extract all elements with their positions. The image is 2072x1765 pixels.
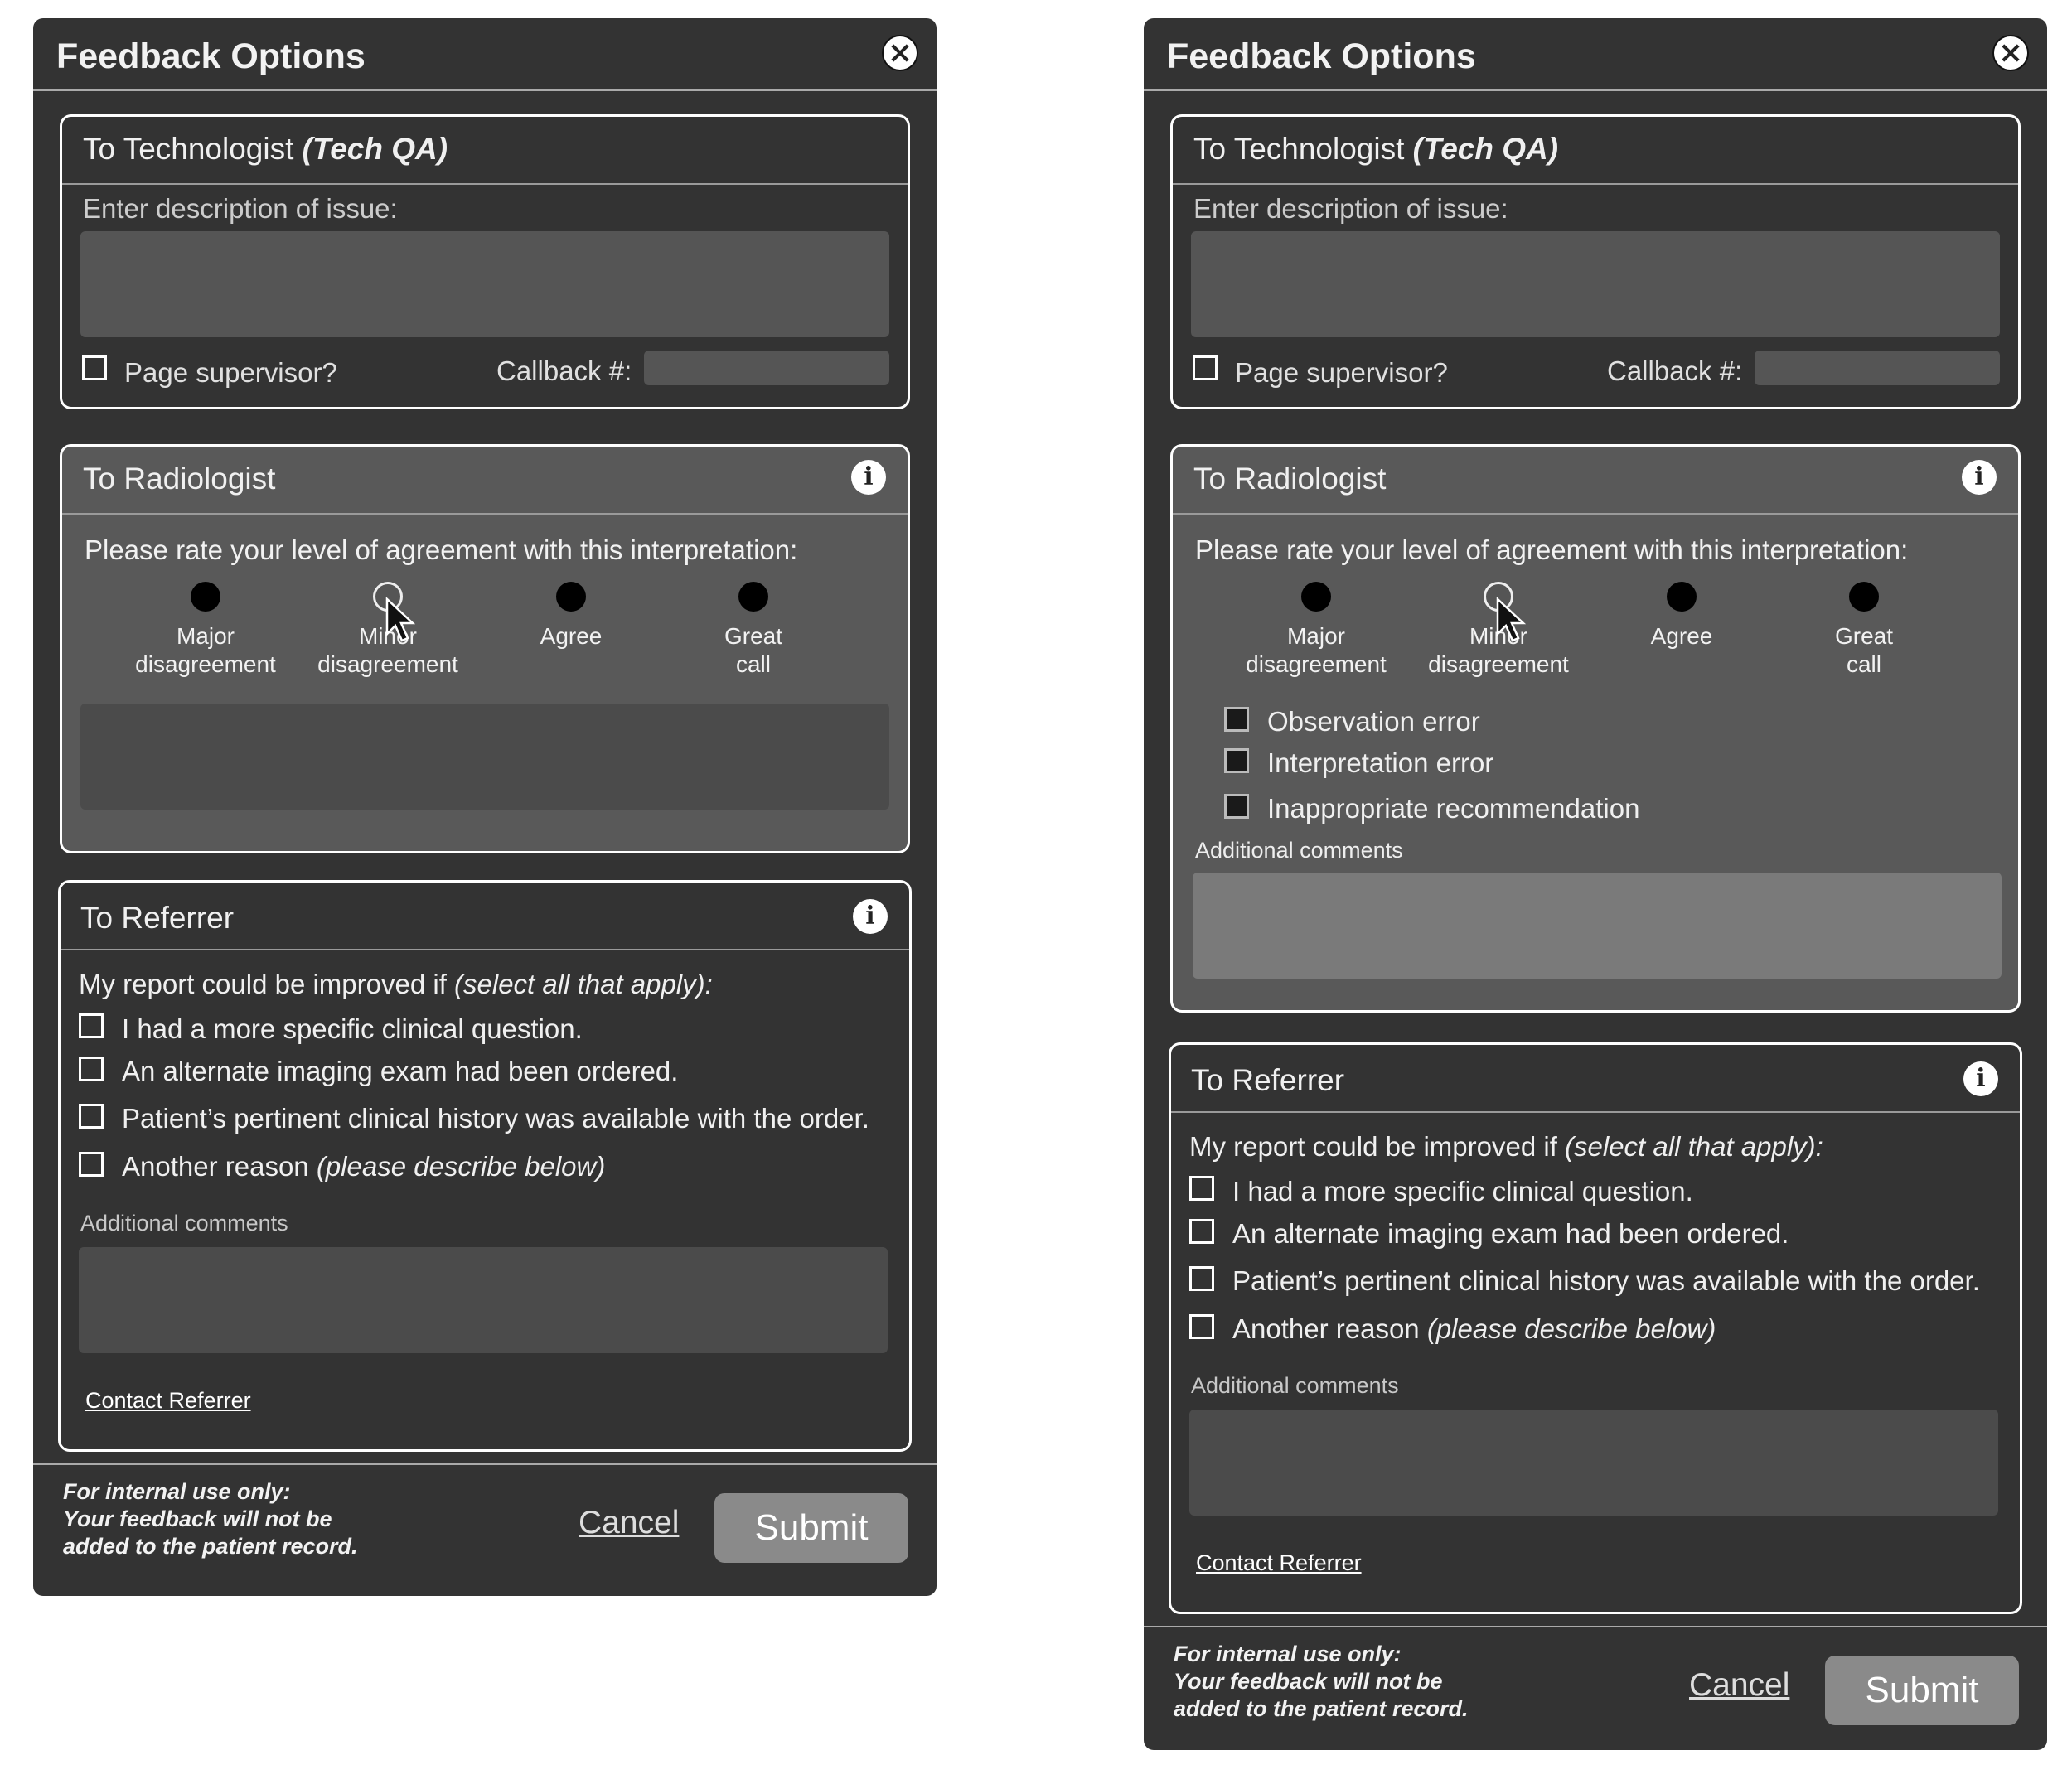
radio-agree[interactable]	[1667, 582, 1697, 612]
feedback-dialog-collapsed: Feedback Options To Technologist (Tech Q…	[33, 18, 937, 1596]
footer-divider	[1144, 1626, 2047, 1627]
referrer-section: To Referrer i My report could be improve…	[1169, 1042, 2022, 1614]
referrer-title: To Referrer	[80, 901, 235, 935]
radiologist-comments-input[interactable]	[1193, 873, 2002, 979]
callback-input[interactable]	[644, 351, 889, 385]
info-icon[interactable]: i	[1963, 1061, 1998, 1096]
dialog-header: Feedback Options	[33, 18, 937, 91]
close-icon[interactable]	[882, 35, 918, 71]
radio-major-disagreement[interactable]	[1301, 582, 1331, 612]
internal-use-note: For internal use only: Your feedback will…	[63, 1479, 358, 1559]
referrer-title: To Referrer	[1191, 1063, 1345, 1097]
radio-label-major: Major disagreement	[135, 623, 276, 677]
callback-label: Callback #:	[1607, 355, 1743, 386]
agreement-prompt: Please rate your level of agreement with…	[85, 534, 798, 565]
referrer-header: To Referrer i	[61, 882, 909, 950]
dialog-title: Feedback Options	[56, 36, 366, 76]
referrer-prompt: My report could be improved if (select a…	[1189, 1131, 1823, 1162]
referrer-comments-label: Additional comments	[1191, 1373, 1399, 1398]
interpretation-error-label: Interpretation error	[1267, 747, 1494, 778]
footer-divider	[33, 1463, 937, 1465]
close-icon[interactable]	[1992, 35, 2029, 71]
technologist-title: To Technologist (Tech QA)	[1193, 132, 1559, 166]
referrer-section: To Referrer i My report could be improve…	[58, 880, 912, 1452]
cancel-button[interactable]: Cancel	[579, 1505, 679, 1541]
radiologist-header: To Radiologist i	[1173, 447, 2018, 515]
interpretation-error-checkbox[interactable]	[1224, 748, 1249, 773]
description-input[interactable]	[1191, 231, 2000, 337]
clinical-history-label: Patient’s pertinent clinical history was…	[1232, 1265, 1980, 1296]
referrer-comments-input[interactable]	[1189, 1410, 1998, 1516]
technologist-section: To Technologist (Tech QA) Enter descript…	[1170, 114, 2021, 409]
mouse-cursor-icon	[385, 597, 415, 642]
radiologist-title: To Radiologist	[83, 462, 276, 496]
agreement-prompt: Please rate your level of agreement with…	[1195, 534, 1909, 565]
referrer-comments-input[interactable]	[79, 1247, 888, 1353]
radio-label-great: Great call	[724, 623, 783, 677]
submit-button[interactable]: Submit	[714, 1493, 908, 1563]
alternate-exam-label: An alternate imaging exam had been order…	[122, 1056, 679, 1086]
info-icon[interactable]: i	[853, 899, 888, 934]
another-reason-checkbox[interactable]	[79, 1152, 104, 1177]
cancel-button[interactable]: Cancel	[1689, 1667, 1789, 1704]
another-reason-checkbox[interactable]	[1189, 1314, 1214, 1339]
technologist-header: To Technologist (Tech QA)	[62, 117, 908, 185]
mouse-cursor-icon	[1496, 597, 1526, 642]
callback-label: Callback #:	[496, 355, 632, 386]
technologist-header: To Technologist (Tech QA)	[1173, 117, 2018, 185]
page-supervisor-checkbox[interactable]	[82, 355, 107, 380]
dialog-header: Feedback Options	[1144, 18, 2047, 91]
submit-button[interactable]: Submit	[1825, 1656, 2019, 1725]
alternate-exam-checkbox[interactable]	[79, 1057, 104, 1081]
radio-label-agree: Agree	[1650, 623, 1713, 649]
page-supervisor-label: Page supervisor?	[1235, 357, 1448, 388]
radiologist-comments-label: Additional comments	[1195, 838, 1403, 863]
clinical-question-checkbox[interactable]	[1189, 1176, 1214, 1201]
radio-label-major: Major disagreement	[1246, 623, 1387, 677]
description-label: Enter description of issue:	[1193, 193, 1508, 224]
referrer-comments-label: Additional comments	[80, 1211, 288, 1236]
another-reason-label: Another reason (please describe below)	[122, 1151, 606, 1182]
referrer-prompt: My report could be improved if (select a…	[79, 969, 713, 999]
radiologist-title: To Radiologist	[1193, 462, 1387, 496]
clinical-question-checkbox[interactable]	[79, 1013, 104, 1038]
technologist-title: To Technologist (Tech QA)	[83, 132, 448, 166]
description-input[interactable]	[80, 231, 889, 337]
alternate-exam-checkbox[interactable]	[1189, 1219, 1214, 1244]
radio-agree[interactable]	[556, 582, 586, 612]
inappropriate-recommendation-checkbox[interactable]	[1224, 794, 1249, 819]
radiologist-section: To Radiologist i Please rate your level …	[1170, 444, 2021, 1013]
radiologist-section: To Radiologist i Please rate your level …	[60, 444, 910, 853]
referrer-header: To Referrer i	[1171, 1045, 2020, 1113]
clinical-history-checkbox[interactable]	[79, 1104, 104, 1129]
radio-major-disagreement[interactable]	[191, 582, 220, 612]
clinical-question-label: I had a more specific clinical question.	[122, 1013, 583, 1044]
technologist-section: To Technologist (Tech QA) Enter descript…	[60, 114, 910, 409]
radiologist-header: To Radiologist i	[62, 447, 908, 515]
inappropriate-recommendation-label: Inappropriate recommendation	[1267, 793, 1640, 824]
info-icon[interactable]: i	[1962, 460, 1997, 495]
contact-referrer-link[interactable]: Contact Referrer	[1196, 1550, 1362, 1576]
radio-label-agree: Agree	[540, 623, 603, 649]
internal-use-note: For internal use only: Your feedback will…	[1174, 1642, 1469, 1721]
info-icon[interactable]: i	[851, 460, 886, 495]
radio-great-call[interactable]	[738, 582, 768, 612]
description-label: Enter description of issue:	[83, 193, 398, 224]
clinical-history-label: Patient’s pertinent clinical history was…	[122, 1103, 869, 1134]
feedback-dialog-expanded: Feedback Options To Technologist (Tech Q…	[1144, 18, 2047, 1750]
contact-referrer-link[interactable]: Contact Referrer	[85, 1388, 251, 1414]
alternate-exam-label: An alternate imaging exam had been order…	[1232, 1218, 1789, 1249]
observation-error-label: Observation error	[1267, 706, 1480, 737]
another-reason-label: Another reason (please describe below)	[1232, 1313, 1716, 1344]
clinical-history-checkbox[interactable]	[1189, 1266, 1214, 1291]
callback-input[interactable]	[1755, 351, 2000, 385]
observation-error-checkbox[interactable]	[1224, 707, 1249, 732]
clinical-question-label: I had a more specific clinical question.	[1232, 1176, 1693, 1206]
radio-label-great: Great call	[1834, 623, 1894, 677]
radio-great-call[interactable]	[1849, 582, 1879, 612]
page-supervisor-checkbox[interactable]	[1193, 355, 1218, 380]
dialog-title: Feedback Options	[1167, 36, 1476, 76]
page-supervisor-label: Page supervisor?	[124, 357, 337, 388]
radiologist-comment-input[interactable]	[80, 704, 889, 810]
